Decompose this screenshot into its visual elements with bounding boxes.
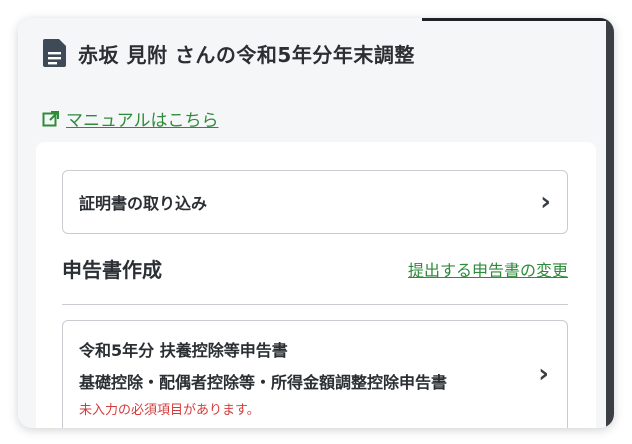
section-header: 申告書作成 提出する申告書の変更 — [62, 254, 568, 283]
import-certificates-button[interactable]: 証明書の取り込み › — [62, 170, 568, 234]
scrollbar[interactable] — [606, 18, 614, 428]
page-title: 赤坂 見附 さんの令和5年分年末調整 — [78, 42, 415, 67]
app-window: 赤坂 見附 さんの令和5年分年末調整 マニュアルはこちら 証明書の取り込み › … — [18, 18, 614, 428]
declaration-item[interactable]: 令和5年分 扶養控除等申告書 基礎控除・配偶者控除等・所得金額調整控除申告書 未… — [62, 320, 568, 428]
document-icon — [43, 39, 66, 67]
import-certificates-label: 証明書の取り込み — [79, 194, 208, 213]
divider — [62, 304, 568, 305]
required-fields-warning: 未入力の必須項目があります。 — [79, 403, 260, 418]
external-link-icon — [42, 110, 59, 126]
chevron-right-icon: › — [538, 359, 549, 389]
manual-link-label[interactable]: マニュアルはこちら — [66, 106, 219, 131]
declaration-title: 令和5年分 扶養控除等申告書 — [79, 341, 288, 360]
declaration-subtitle: 基礎控除・配偶者控除等・所得金額調整控除申告書 — [79, 373, 448, 392]
page: 赤坂 見附 さんの令和5年分年末調整 マニュアルはこちら 証明書の取り込み › … — [18, 18, 606, 428]
section-title: 申告書作成 — [62, 258, 162, 282]
chevron-right-icon: › — [540, 187, 551, 217]
manual-link[interactable]: マニュアルはこちら — [42, 106, 219, 131]
window-edge-top — [422, 18, 614, 21]
title-row: 赤坂 見附 さんの令和5年分年末調整 — [42, 38, 415, 68]
content-card: 証明書の取り込み › 申告書作成 提出する申告書の変更 令和5年分 扶養控除等申… — [36, 142, 596, 428]
change-declaration-link[interactable]: 提出する申告書の変更 — [408, 257, 568, 281]
